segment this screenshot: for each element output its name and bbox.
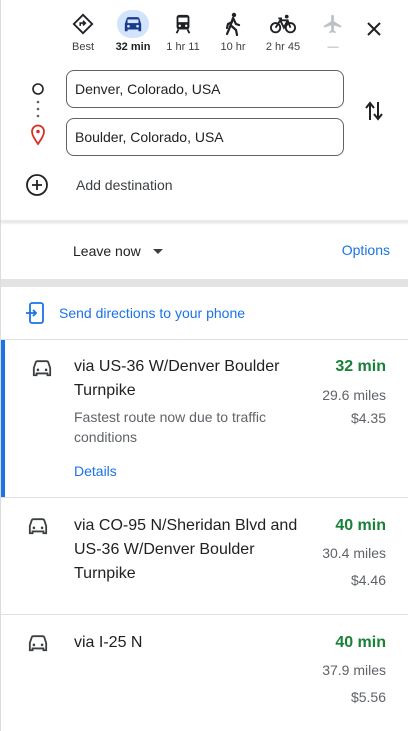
mode-walking[interactable]: 10 hr bbox=[209, 10, 257, 56]
route-time: 32 min bbox=[335, 358, 386, 375]
mode-transit[interactable]: 1 hr 11 bbox=[159, 10, 207, 56]
add-destination-button[interactable]: Add destination bbox=[25, 172, 173, 198]
bicycle-icon bbox=[267, 10, 299, 38]
send-to-phone-button[interactable]: Send directions to your phone bbox=[25, 300, 245, 326]
options-button[interactable]: Options bbox=[342, 242, 390, 258]
mode-cycling[interactable]: 2 hr 45 bbox=[259, 10, 307, 56]
car-icon bbox=[32, 360, 52, 377]
route-distance: 30.4 miles bbox=[322, 545, 386, 561]
diamond-directions-icon bbox=[67, 10, 99, 38]
train-icon bbox=[167, 10, 199, 38]
route-via: via CO-95 N/Sheridan Blvd and US-36 W/De… bbox=[74, 517, 298, 582]
route-toll-cost: $4.35 bbox=[350, 410, 386, 426]
mode-best-label: Best bbox=[71, 41, 94, 53]
travel-mode-bar: Best 32 min 1 hr 11 10 hr 2 hr 45 — bbox=[1, 0, 408, 60]
walking-icon bbox=[217, 10, 249, 38]
origin-circle-icon bbox=[32, 83, 44, 95]
mode-transit-label: 1 hr 11 bbox=[166, 41, 200, 53]
caret-down-icon bbox=[152, 248, 163, 254]
origin-input[interactable]: Denver, Colorado, USA bbox=[66, 70, 344, 108]
route-option-3[interactable]: via I-25 N 40 min 37.9 miles $5.56 bbox=[1, 615, 408, 731]
route-details-link[interactable]: Details bbox=[74, 463, 117, 479]
send-to-phone-label: Send directions to your phone bbox=[59, 305, 246, 321]
section-separator bbox=[1, 279, 408, 287]
route-time: 40 min bbox=[335, 634, 386, 651]
car-icon bbox=[117, 10, 149, 38]
close-icon bbox=[367, 22, 381, 36]
mode-flights-label: — bbox=[327, 41, 339, 53]
mode-cycling-label: 2 hr 45 bbox=[265, 41, 301, 53]
route-via: via US-36 W/Denver Boulder Turnpike bbox=[74, 358, 280, 399]
send-to-phone-icon bbox=[26, 302, 44, 324]
route-description: Fastest route now due to traffic conditi… bbox=[74, 409, 266, 445]
mode-flights[interactable]: — bbox=[309, 10, 357, 56]
mode-walking-label: 10 hr bbox=[220, 41, 246, 53]
swap-locations-button[interactable] bbox=[361, 98, 387, 124]
route-distance: 37.9 miles bbox=[322, 662, 386, 678]
mode-best[interactable]: Best bbox=[59, 10, 107, 56]
car-icon bbox=[28, 635, 48, 652]
directions-panel: Best 32 min 1 hr 11 10 hr 2 hr 45 — Denv… bbox=[0, 0, 408, 731]
leave-now-dropdown[interactable]: Leave now bbox=[73, 240, 163, 262]
route-time: 40 min bbox=[335, 517, 386, 534]
mode-driving[interactable]: 32 min bbox=[109, 10, 157, 56]
route-toll-cost: $5.56 bbox=[350, 689, 386, 705]
divider bbox=[1, 220, 408, 222]
destination-pin-icon bbox=[31, 124, 45, 146]
leave-now-label: Leave now bbox=[73, 243, 141, 259]
mode-driving-label: 32 min bbox=[115, 41, 151, 53]
route-distance: 29.6 miles bbox=[322, 387, 386, 403]
route-option-1[interactable]: via US-36 W/Denver Boulder Turnpike Fast… bbox=[1, 340, 408, 497]
car-icon bbox=[28, 518, 48, 535]
route-toll-cost: $4.46 bbox=[350, 572, 386, 588]
route-indicator bbox=[29, 82, 47, 146]
add-circle-icon bbox=[26, 174, 48, 196]
add-destination-label: Add destination bbox=[76, 177, 173, 193]
destination-input[interactable]: Boulder, Colorado, USA bbox=[66, 118, 344, 156]
close-directions-button[interactable] bbox=[361, 16, 387, 42]
swap-arrows-icon bbox=[365, 101, 383, 121]
route-option-2[interactable]: via CO-95 N/Sheridan Blvd and US-36 W/De… bbox=[1, 498, 408, 614]
airplane-icon bbox=[317, 10, 349, 38]
route-via: via I-25 N bbox=[74, 634, 143, 651]
